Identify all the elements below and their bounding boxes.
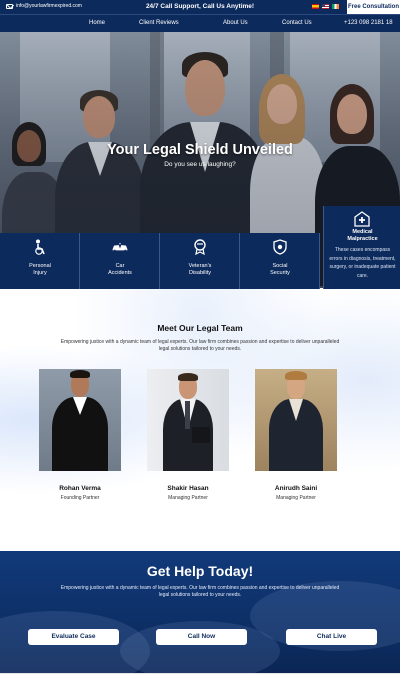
chat-live-button[interactable]: Chat Live xyxy=(286,629,377,645)
hero-title: Your Legal Shield Unveiled xyxy=(107,142,293,158)
member-photo xyxy=(39,369,121,471)
practice-label: Security xyxy=(270,270,290,276)
es-flag-icon[interactable] xyxy=(312,4,319,9)
veteran-icon xyxy=(192,239,208,255)
team-member-card[interactable]: Rohan Verma Founding Partner xyxy=(39,369,121,501)
help-section: Get Help Today! Empowering justice with … xyxy=(0,551,400,673)
practice-label: Veteran's xyxy=(188,263,212,269)
us-flag-icon[interactable] xyxy=(322,4,329,9)
team-member-card[interactable]: Anirudh Saini Managing Partner xyxy=(255,369,337,501)
evaluate-case-button[interactable]: Evaluate Case xyxy=(28,629,119,645)
practice-label: Car xyxy=(115,263,125,269)
team-section: Meet Our Legal Team Empowering justice w… xyxy=(0,289,400,551)
member-role: Managing Partner xyxy=(276,495,316,501)
nav-item-home[interactable]: Home xyxy=(89,20,105,26)
free-consultation-button[interactable]: Free Consultation xyxy=(347,0,400,14)
injury-icon xyxy=(32,239,48,255)
practice-card-personal-injury[interactable]: Personal Injury xyxy=(0,233,80,289)
practice-card-medical-malpractice[interactable]: Medical Malpractice These cases encompass… xyxy=(323,206,400,289)
nav-phone[interactable]: +123 098 2181 18 xyxy=(344,20,393,26)
practice-card-car-accidents[interactable]: Car Accidents xyxy=(80,233,160,289)
team-heading: Meet Our Legal Team xyxy=(157,323,243,333)
help-heading: Get Help Today! xyxy=(146,563,254,579)
team-intro: Empowering justice with a dynamic team o… xyxy=(60,339,340,352)
hero-subtitle: Do you see us laughing? xyxy=(164,161,236,168)
practice-label: Injury xyxy=(33,270,47,276)
social-security-icon xyxy=(272,239,288,255)
nav-item-client-reviews[interactable]: Client Reviews xyxy=(139,20,179,26)
nav-item-about-us[interactable]: About Us xyxy=(223,20,248,26)
member-name: Anirudh Saini xyxy=(274,485,318,492)
ie-flag-icon[interactable] xyxy=(332,4,339,9)
member-name: Shakir Hasan xyxy=(167,485,209,492)
call-now-button[interactable]: Call Now xyxy=(156,629,247,645)
help-intro: Empowering justice with a dynamic team o… xyxy=(60,585,340,598)
practice-label: Accidents xyxy=(108,270,132,276)
member-photo xyxy=(255,369,337,471)
support-text: 24/7 Call Support, Call Us Anytime! xyxy=(145,3,255,10)
hospital-icon xyxy=(354,211,370,227)
practice-label: Malpractice xyxy=(347,236,378,242)
practice-label: Social xyxy=(272,263,288,269)
practice-card-veterans-disability[interactable]: Veteran's Disability xyxy=(160,233,240,289)
practice-label: Medical xyxy=(352,229,373,235)
language-selector[interactable] xyxy=(312,4,339,9)
main-nav: Home Client Reviews About Us Contact Us … xyxy=(0,14,400,32)
member-photo xyxy=(147,369,229,471)
practice-label: Personal xyxy=(29,263,51,269)
top-bar: info@yourlawfirmexpired.com 24/7 Call Su… xyxy=(0,0,400,14)
member-name: Rohan Verma xyxy=(59,485,101,492)
practice-description: These cases encompass errors in diagnosi… xyxy=(329,247,396,279)
footer-strip xyxy=(0,673,400,690)
member-role: Managing Partner xyxy=(168,495,208,501)
team-member-card[interactable]: Shakir Hasan Managing Partner xyxy=(147,369,229,501)
nav-item-contact-us[interactable]: Contact Us xyxy=(282,20,312,26)
car-accident-icon xyxy=(112,239,128,255)
practice-label: Disability xyxy=(188,270,211,276)
member-role: Founding Partner xyxy=(60,495,100,501)
practice-card-social-security[interactable]: Social Security xyxy=(240,233,320,289)
